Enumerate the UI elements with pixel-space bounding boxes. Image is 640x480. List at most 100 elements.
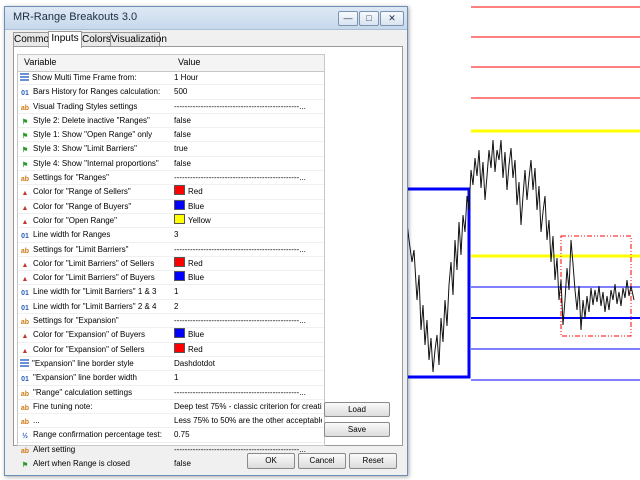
value-cell[interactable]: false <box>174 114 322 127</box>
variable-cell: ab "Range" calculation settings <box>20 386 170 399</box>
table-row[interactable]: ab Fine tuning note: Deep test 75% - class… <box>18 400 324 415</box>
minimize-button[interactable]: — <box>338 11 358 26</box>
value-cell[interactable]: Deep test 75% - classic criterion for cr… <box>174 400 322 413</box>
table-row[interactable]: 01 Line width for "Limit Barriers" 2 & 4 2 <box>18 300 324 315</box>
table-row[interactable]: 01 "Expansion" line border width 1 <box>18 371 324 386</box>
value-cell[interactable]: 1 Hour <box>174 71 322 84</box>
variable-cell: ⚑ Alert when Range is closed <box>20 457 170 470</box>
column-header-value[interactable]: Value <box>178 57 200 67</box>
variable-label: "Expansion" line border style <box>32 358 134 368</box>
window-title: MR-Range Breakouts 3.0 <box>13 11 138 23</box>
color-icon: ▲ <box>21 190 29 198</box>
color-icon: ▲ <box>21 261 29 269</box>
value-text: 2 <box>174 301 179 311</box>
column-header-variable[interactable]: Variable <box>24 57 56 67</box>
value-cell[interactable]: Blue <box>174 271 322 284</box>
value-cell[interactable]: 3 <box>174 228 322 241</box>
table-row[interactable]: ⚑ Style 3: Show "Limit Barriers" true <box>18 142 324 157</box>
table-row[interactable]: ▲ Color for "Expansion" of Sellers Red <box>18 342 324 357</box>
table-row[interactable]: ab Settings for "Expansion" --------------… <box>18 314 324 329</box>
variable-label: Bars History for Ranges calculation: <box>33 87 161 97</box>
tab-visualization[interactable]: Visualization <box>110 32 167 47</box>
value-cell[interactable]: ----------------------------------------… <box>174 100 322 113</box>
variable-label: Color for "Range of Buyers" <box>33 201 132 211</box>
table-row[interactable]: ▲ Color for "Expansion" of Buyers Blue <box>18 328 324 343</box>
value-text: ----------------------------------------… <box>174 387 306 397</box>
color-swatch <box>174 328 185 339</box>
table-row[interactable]: ▲ Color for "Limit Barriers" of Buyers Blu… <box>18 271 324 286</box>
cancel-button[interactable]: Cancel <box>298 453 346 469</box>
variable-label: Line width for "Limit Barriers" 1 & 3 <box>33 287 157 297</box>
table-row[interactable]: ab "Range" calculation settings ----------… <box>18 386 324 400</box>
value-text: Blue <box>188 330 205 340</box>
color-icon: ▲ <box>21 347 29 355</box>
table-row[interactable]: ⚑ Style 2: Delete inactive "Ranges" false <box>18 114 324 129</box>
string-icon: ab <box>20 390 30 398</box>
table-row[interactable]: "Expansion" line border style Dashdotdot <box>18 357 324 372</box>
value-text: Blue <box>188 273 205 283</box>
int-icon: 01 <box>21 290 29 298</box>
table-row[interactable]: 01 Line width for "Limit Barriers" 1 & 3 1 <box>18 285 324 300</box>
tab-colors[interactable]: Colors <box>81 32 111 47</box>
bool-icon: ⚑ <box>21 133 29 141</box>
value-cell[interactable]: Less 75% to 50% are the other acceptable… <box>174 414 322 427</box>
value-cell[interactable]: Blue <box>174 328 322 341</box>
reset-button[interactable]: Reset <box>349 453 397 469</box>
value-cell[interactable]: 2 <box>174 300 322 313</box>
value-cell[interactable]: ----------------------------------------… <box>174 171 322 184</box>
maximize-button[interactable]: □ <box>359 11 379 26</box>
value-cell[interactable]: ----------------------------------------… <box>174 386 322 399</box>
string-icon: ab <box>20 419 30 427</box>
value-cell[interactable]: Red <box>174 342 322 356</box>
value-cell[interactable]: Blue <box>174 199 322 213</box>
table-row[interactable]: 01 Line width for Ranges 3 <box>18 228 324 243</box>
table-row[interactable]: ½ Range confirmation percentage test: 0.75 <box>18 428 324 443</box>
properties-dialog: MR-Range Breakouts 3.0 — □ ✕ Common Inpu… <box>4 6 408 476</box>
value-cell[interactable]: Dashdotdot <box>174 357 322 370</box>
table-row[interactable]: ▲ Color for "Limit Barriers" of Sellers Re… <box>18 256 324 272</box>
variable-label: Color for "Limit Barriers" of Sellers <box>33 258 155 268</box>
value-text: 3 <box>174 230 179 240</box>
variable-cell: ½ Range confirmation percentage test: <box>20 428 170 441</box>
value-cell[interactable]: Red <box>174 256 322 270</box>
table-row[interactable]: ab... Less 75% to 50% are the other accep… <box>18 414 324 429</box>
table-row[interactable]: 01 Bars History for Ranges calculation: 50… <box>18 85 324 100</box>
value-cell[interactable]: ----------------------------------------… <box>174 243 322 256</box>
color-swatch <box>174 342 185 353</box>
value-cell[interactable]: Yellow <box>174 213 322 227</box>
value-cell[interactable]: 1 <box>174 285 322 298</box>
variable-label: Settings for "Ranges" <box>33 173 109 183</box>
tab-inputs[interactable]: Inputs <box>48 31 82 48</box>
table-row[interactable]: ⚑ Style 4: Show "Internal proportions" fal… <box>18 157 324 172</box>
string-icon: ab <box>20 319 30 327</box>
save-button[interactable]: Save <box>324 422 390 437</box>
close-button[interactable]: ✕ <box>380 11 404 26</box>
table-row[interactable]: ab Settings for "Ranges" -----------------… <box>18 171 324 186</box>
value-text: 1 <box>174 373 179 383</box>
value-cell[interactable]: false <box>174 157 322 170</box>
variable-cell: ab Settings for "Limit Barriers" <box>20 243 170 256</box>
load-button[interactable]: Load <box>324 402 390 417</box>
variable-cell: 01 Line width for "Limit Barriers" 1 & 3 <box>20 285 170 298</box>
variable-cell: ab Settings for "Expansion" <box>20 314 170 327</box>
value-text: 1 <box>174 287 179 297</box>
variable-cell: "Expansion" line border style <box>20 357 170 370</box>
value-cell[interactable]: Red <box>174 185 322 198</box>
value-cell[interactable]: 500 <box>174 85 322 98</box>
value-cell[interactable]: true <box>174 142 322 155</box>
ok-button[interactable]: OK <box>247 453 295 469</box>
variable-cell: ▲ Color for "Limit Barriers" of Sellers <box>20 257 170 270</box>
tab-common[interactable]: Common <box>13 32 55 47</box>
table-row[interactable]: Show Multi Time Frame from: 1 Hour <box>18 71 324 86</box>
color-swatch <box>174 256 185 267</box>
value-cell[interactable]: false <box>174 128 322 141</box>
value-cell[interactable]: ----------------------------------------… <box>174 314 322 327</box>
table-row[interactable]: ⚑ Style 1: Show "Open Range" only false <box>18 128 324 143</box>
table-row[interactable]: ▲ Color for "Open Range" Yellow <box>18 213 324 229</box>
value-cell[interactable]: 0.75 <box>174 428 322 441</box>
table-row[interactable]: ▲ Color for "Range of Sellers" Red <box>18 185 324 200</box>
value-cell[interactable]: 1 <box>174 371 322 384</box>
table-row[interactable]: ab Visual Trading Styles settings --------… <box>18 100 324 114</box>
table-row[interactable]: ▲ Color for "Range of Buyers" Blue <box>18 199 324 214</box>
table-row[interactable]: ab Settings for "Limit Barriers" ---------… <box>18 243 324 257</box>
